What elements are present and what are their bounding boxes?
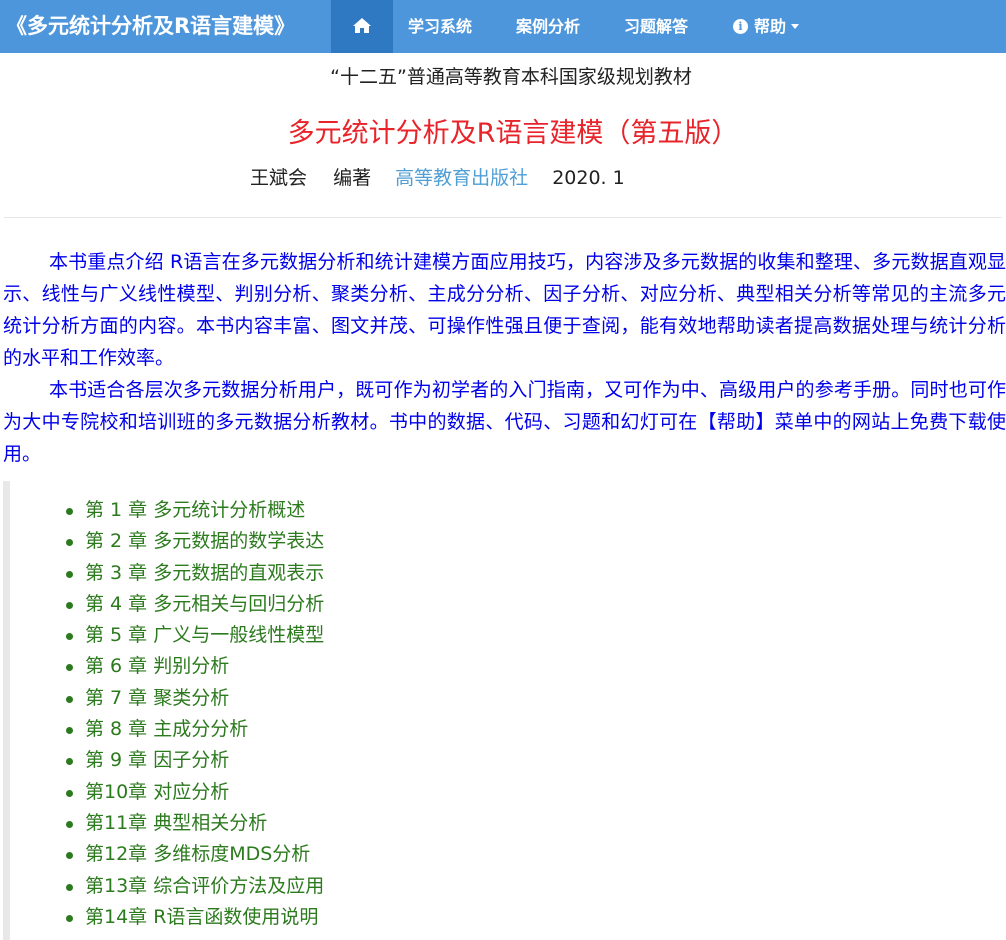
chapter-item-8[interactable]: 第 8 章 主成分分析 xyxy=(62,714,324,745)
top-navbar: 《多元统计分析及R语言建模》 学习系统 案例分析 习题解答 i 帮助 xyxy=(0,0,1006,53)
info-circle-icon: i xyxy=(733,19,748,34)
chapter-item-1[interactable]: 第 1 章 多元统计分析概述 xyxy=(62,495,324,526)
byline: 王斌会 编著 高等教育出版社 2020. 1 xyxy=(250,163,625,190)
chapter-item-11[interactable]: 第11章 典型相关分析 xyxy=(62,808,324,839)
chapter-item-6[interactable]: 第 6 章 判别分析 xyxy=(62,651,324,682)
intro-paragraph-1: 本书重点介绍 R语言在多元数据分析和统计建模方面应用技巧，内容涉及多元数据的收集… xyxy=(3,251,1006,369)
chevron-down-icon xyxy=(791,24,800,29)
nav-exercise-answers[interactable]: 习题解答 xyxy=(624,0,688,53)
intro-text: 本书重点介绍 R语言在多元数据分析和统计建模方面应用技巧，内容涉及多元数据的收集… xyxy=(3,246,1006,470)
chapter-item-5[interactable]: 第 5 章 广义与一般线性模型 xyxy=(62,620,324,651)
publisher-link[interactable]: 高等教育出版社 xyxy=(395,167,528,189)
chapter-item-14[interactable]: 第14章 R语言函数使用说明 xyxy=(62,902,324,933)
intro-paragraph-2: 本书适合各层次多元数据分析用户，既可作为初学者的入门指南，又可作为中、高级用户的… xyxy=(3,379,1006,465)
chapter-item-3[interactable]: 第 3 章 多元数据的直观表示 xyxy=(62,558,324,589)
chapter-item-10[interactable]: 第10章 对应分析 xyxy=(62,777,324,808)
nav-case-analysis[interactable]: 案例分析 xyxy=(516,0,580,53)
publish-date: 2020. 1 xyxy=(552,167,625,189)
brand-title[interactable]: 《多元统计分析及R语言建模》 xyxy=(6,0,295,53)
author-name: 王斌会 xyxy=(250,167,308,189)
series-subtitle: “十二五”普通高等教育本科国家级规划教材 xyxy=(330,66,692,88)
nav-help-label: 帮助 xyxy=(754,17,787,36)
chapter-item-7[interactable]: 第 7 章 聚类分析 xyxy=(62,683,324,714)
chapter-item-4[interactable]: 第 4 章 多元相关与回归分析 xyxy=(62,589,324,620)
chapter-list-panel: 第 1 章 多元统计分析概述 第 2 章 多元数据的数学表达 第 3 章 多元数… xyxy=(3,481,1003,940)
nav-help-dropdown[interactable]: i 帮助 xyxy=(733,0,800,53)
home-icon xyxy=(353,18,371,33)
nav-home[interactable] xyxy=(331,0,393,53)
nav-study-system[interactable]: 学习系统 xyxy=(408,0,472,53)
chapter-item-9[interactable]: 第 9 章 因子分析 xyxy=(62,745,324,776)
author-role: 编著 xyxy=(333,167,372,189)
chapter-item-13[interactable]: 第13章 综合评价方法及应用 xyxy=(62,871,324,902)
chapter-list: 第 1 章 多元统计分析概述 第 2 章 多元数据的数学表达 第 3 章 多元数… xyxy=(62,495,324,933)
chapter-item-12[interactable]: 第12章 多维标度MDS分析 xyxy=(62,839,324,870)
book-title: 多元统计分析及R语言建模（第五版） xyxy=(287,118,739,149)
divider xyxy=(4,217,1002,218)
chapter-item-2[interactable]: 第 2 章 多元数据的数学表达 xyxy=(62,526,324,557)
